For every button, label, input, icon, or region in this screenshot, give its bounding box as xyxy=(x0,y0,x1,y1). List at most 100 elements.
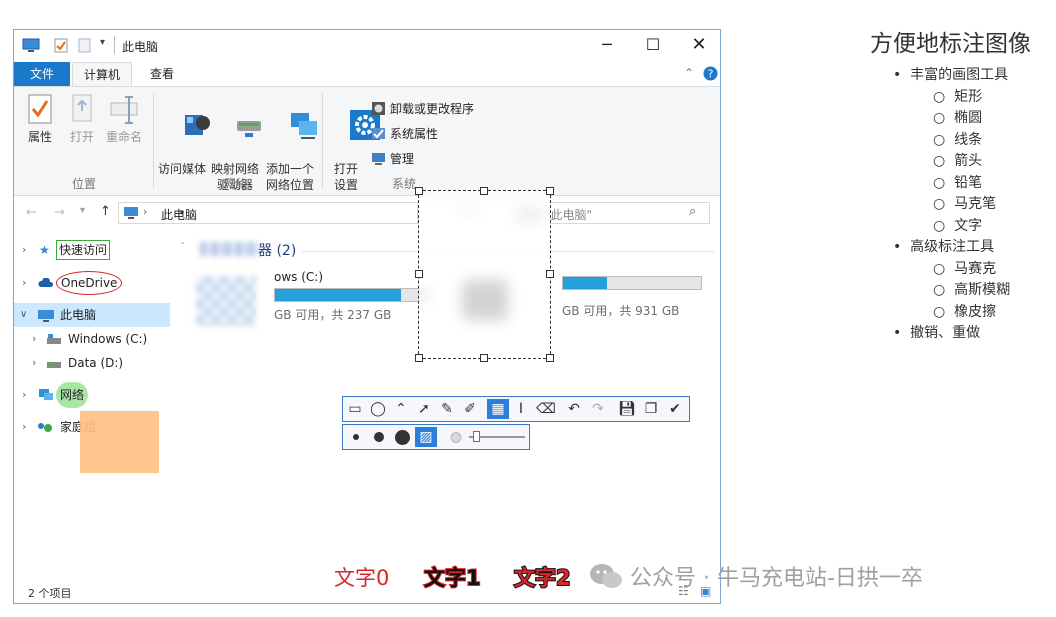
wechat-icon xyxy=(590,564,622,588)
resize-handle[interactable] xyxy=(546,270,554,278)
nav-label-quick-access: 快速访问 xyxy=(56,240,111,260)
tab-view[interactable]: 查看 xyxy=(138,62,186,86)
back-arrow-icon[interactable]: ← xyxy=(26,205,37,220)
watermark-text: 公众号 · 牛马充电站-日拱一卒 xyxy=(630,566,923,591)
manage-button[interactable]: 管理 xyxy=(371,149,414,167)
nav-item-network[interactable]: › 网络 xyxy=(14,382,172,408)
rectangle-tool-icon[interactable]: ▭ xyxy=(344,399,366,419)
drive-d-info: GB 可用，共 931 GB xyxy=(562,304,680,318)
undo-icon[interactable]: ↶ xyxy=(563,399,585,419)
chevron-right-icon: › xyxy=(22,388,27,401)
list-item: ○ 文字 xyxy=(933,218,983,234)
resize-handle[interactable] xyxy=(546,187,554,195)
network-location-icon xyxy=(290,113,317,139)
resize-handle[interactable] xyxy=(415,187,423,195)
list-item: ○ 椭圆 xyxy=(933,110,983,126)
search-placeholder: "此电脑" xyxy=(545,208,593,222)
nav-item-data-d[interactable]: › Data (D:) xyxy=(14,351,172,375)
uninstall-program-button[interactable]: 卸载或更改程序 xyxy=(371,99,474,117)
list-item: • 撤销、重做 xyxy=(893,325,981,341)
address-bar[interactable]: › 此电脑 xyxy=(118,202,418,224)
redo-icon[interactable]: ↷ xyxy=(587,399,609,419)
resize-handle[interactable] xyxy=(415,270,423,278)
resize-handle[interactable] xyxy=(546,354,554,362)
manage-label: 管理 xyxy=(390,151,415,166)
ribbon: 属性 打开 重命名 位置 访问媒体 ▾ 映射网络 驱动器 添加一个 网络位置 网… xyxy=(14,86,720,217)
list-item: ○ 铅笔 xyxy=(933,175,983,191)
list-item: ○ 橡皮擦 xyxy=(933,304,997,320)
rename-label: 重命名 xyxy=(105,130,142,144)
drive-c-name: ows (C:) xyxy=(274,270,324,284)
nav-item-this-pc[interactable]: ∨ 此电脑 xyxy=(14,303,170,327)
chevron-right-icon: › xyxy=(22,243,27,256)
resize-handle[interactable] xyxy=(480,187,488,195)
system-properties-icon xyxy=(372,127,385,139)
watermark: 公众号 · 牛马充电站-日拱一卒 xyxy=(588,559,923,593)
selection-rectangle[interactable] xyxy=(415,187,554,362)
size-large-icon[interactable] xyxy=(391,427,413,447)
save-icon[interactable]: 💾︎ xyxy=(616,399,638,419)
arrow-tool-icon[interactable]: ➚ xyxy=(413,399,435,419)
slider-handle[interactable] xyxy=(473,431,480,442)
tab-computer[interactable]: 计算机 xyxy=(72,62,132,86)
intensity-slider[interactable] xyxy=(469,431,525,442)
nav-item-onedrive[interactable]: › OneDrive xyxy=(14,271,172,295)
pencil-tool-icon[interactable]: ✎ xyxy=(436,399,458,419)
drive-c-info: GB 可用，共 237 GB xyxy=(274,308,392,322)
list-item: ○ 马克笔 xyxy=(933,196,997,212)
up-arrow-icon[interactable]: ↑ xyxy=(100,204,111,219)
close-button[interactable]: ✕ xyxy=(676,30,722,62)
confirm-check-icon[interactable]: ✔ xyxy=(664,399,686,419)
nav-label-data-d: Data (D:) xyxy=(68,356,124,370)
eraser-tool-icon[interactable]: ⌫ xyxy=(535,399,557,419)
nav-label-this-pc: 此电脑 xyxy=(60,308,97,322)
copy-icon[interactable]: ❐ xyxy=(640,399,662,419)
blur-mode-icon[interactable]: ▨ xyxy=(415,427,437,447)
media-icon xyxy=(184,115,210,135)
marker-tool-icon[interactable]: ✐ xyxy=(459,399,481,419)
size-medium-icon[interactable] xyxy=(368,427,390,447)
resize-handle[interactable] xyxy=(415,354,423,362)
quick-access-dropdown-icon[interactable]: ▾ xyxy=(100,37,105,48)
address-path: 此电脑 xyxy=(161,208,198,222)
nav-item-quick-access[interactable]: › ★ 快速访问 xyxy=(14,238,172,262)
tab-file[interactable]: 文件 xyxy=(14,62,70,86)
drive-c-usage-bar xyxy=(274,288,430,302)
help-icon[interactable]: ? xyxy=(703,66,718,81)
recent-dropdown-icon[interactable]: ▾ xyxy=(80,205,85,216)
feature-title: 方便地标注图像 xyxy=(870,31,1031,57)
drive-d-usage-bar xyxy=(562,276,702,290)
mosaic-tool-icon[interactable]: ▦ xyxy=(487,399,509,419)
title-bar: ▾ 此电脑 ─ ☐ ✕ xyxy=(14,30,720,62)
collapse-chevron-icon[interactable]: ˇ xyxy=(180,242,185,253)
forward-arrow-icon[interactable]: → xyxy=(54,205,65,220)
properties-button[interactable]: 属性 xyxy=(20,93,60,145)
network-drive-icon xyxy=(236,121,261,137)
maximize-button[interactable]: ☐ xyxy=(630,30,676,62)
drive-c-tile[interactable]: ows (C:) GB 可用，共 237 GB xyxy=(190,270,430,340)
minimize-button[interactable]: ─ xyxy=(584,30,630,62)
chevron-right-icon: › xyxy=(32,332,37,345)
chevron-down-icon: ∨ xyxy=(20,309,28,320)
size-small-icon[interactable] xyxy=(345,427,367,447)
mosaic-region xyxy=(200,242,260,256)
text-tool-icon[interactable]: I xyxy=(510,399,532,419)
address-row: ← → ▾ ↑ › 此电脑 ⟳ ▾ 搜索 "此电脑" ⌕ xyxy=(14,196,720,230)
list-item: ○ 箭头 xyxy=(933,153,983,169)
system-properties-button[interactable]: 系统属性 xyxy=(371,124,438,142)
rename-button[interactable]: 重命名 xyxy=(104,93,144,145)
line-tool-icon[interactable]: ⌃ xyxy=(390,399,412,419)
ellipse-tool-icon[interactable]: ◯ xyxy=(367,399,389,419)
manage-icon xyxy=(372,152,385,165)
resize-handle[interactable] xyxy=(480,354,488,362)
list-item: ○ 马赛克 xyxy=(933,261,997,277)
open-button[interactable]: 打开 xyxy=(64,93,100,145)
new-folder-icon[interactable] xyxy=(78,38,91,53)
system-properties-label: 系统属性 xyxy=(390,126,439,141)
nav-item-windows-c[interactable]: › Windows (C:) xyxy=(14,327,172,351)
properties-icon[interactable] xyxy=(54,38,68,53)
search-icon: ⌕ xyxy=(689,204,697,219)
annotation-text-0: 文字0 xyxy=(334,566,390,590)
homegroup-icon xyxy=(38,423,52,432)
collapse-ribbon-icon[interactable]: ⌃ xyxy=(684,66,694,80)
